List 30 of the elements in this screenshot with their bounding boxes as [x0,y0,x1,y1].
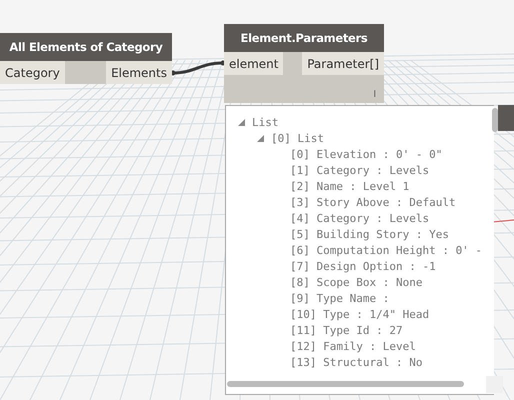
node-title[interactable]: All Elements of Category [0,33,172,61]
output-port[interactable]: Parameter[] [302,52,384,75]
output-port[interactable]: Elements [106,61,172,84]
tree-item: [9] Type Name : [290,292,390,304]
connector-wire[interactable] [170,60,226,76]
scroll-corner [486,376,503,393]
input-port[interactable]: Category [0,61,65,84]
tree-item: [6] Computation Height : 0' - [290,244,482,256]
lacing-marker[interactable]: l [373,90,376,100]
node-title[interactable]: Element.Parameters [224,24,384,52]
node-header[interactable] [498,105,514,131]
input-port[interactable]: element [224,52,284,75]
tree-item: [3] Story Above : Default [290,196,456,208]
horizontal-scrollbar[interactable] [227,381,464,387]
vertical-scrollbar[interactable] [492,108,498,132]
tree-item: [8] Scope Box : None [290,276,422,288]
tree-item: [4] Category : Levels [290,212,430,224]
tree-item: [0] Elevation : 0' - 0" [290,148,442,160]
tree-item: [13] Structural : No [290,356,422,368]
tree-item: [10] Type : 1/4" Head [290,308,430,320]
tree-item: [5] Building Story : Yes [290,228,449,240]
tree-item: [11] Type Id : 27 [290,324,403,336]
tree-item: [1] Category : Levels [290,164,430,176]
tree-item: List [252,116,278,128]
tree-item: [0] List [271,132,324,144]
tree-item: [12] Family : Level [290,340,416,352]
expand-arrow-icon[interactable] [257,134,264,142]
tree-item: [7] Design Option : -1 [290,260,436,272]
tree-item: [2] Name : Level 1 [290,180,410,192]
expand-arrow-icon[interactable] [238,118,245,126]
